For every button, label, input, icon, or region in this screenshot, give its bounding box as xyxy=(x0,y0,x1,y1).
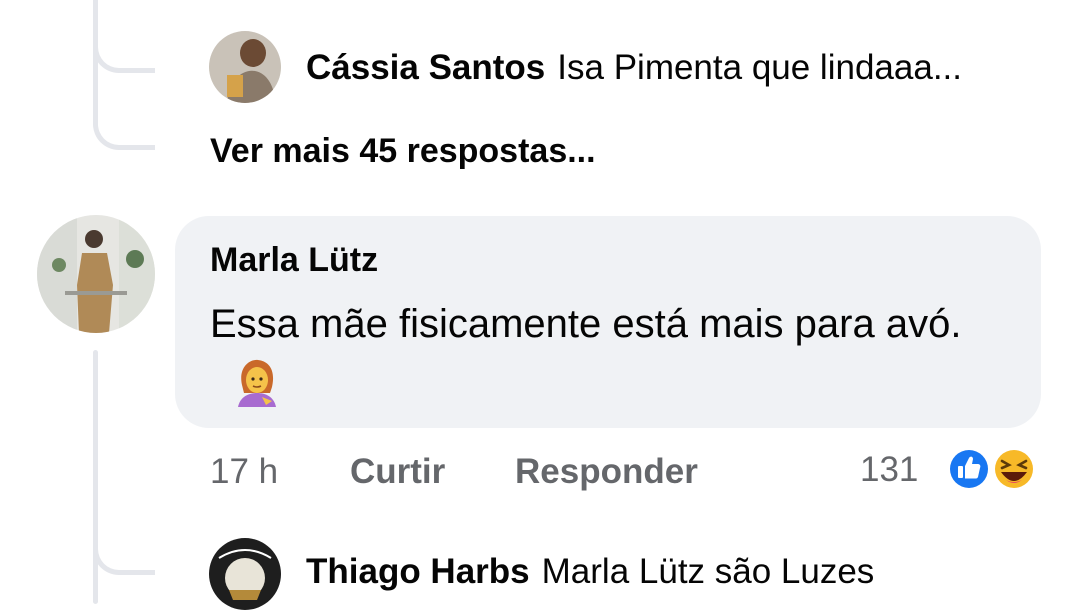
view-more-replies-link[interactable]: Ver mais 45 respostas... xyxy=(210,131,596,171)
reply-button[interactable]: Responder xyxy=(515,450,698,494)
reply-thiago: Thiago Harbs Marla Lütz são Luzes xyxy=(306,552,874,592)
thread-curve-more xyxy=(93,95,155,150)
reply-text-cassia: Isa Pimenta que lindaaa... xyxy=(557,48,962,87)
like-reaction-icon xyxy=(947,447,991,491)
woman-gesturing-emoji-icon xyxy=(232,357,280,424)
avatar-marla[interactable] xyxy=(37,215,155,333)
reply-author-thiago[interactable]: Thiago Harbs xyxy=(306,552,530,591)
reply-author-cassia[interactable]: Cássia Santos xyxy=(306,48,545,87)
reply-text-thiago: Marla Lütz são Luzes xyxy=(541,552,875,591)
reply-cassia: Cássia Santos Isa Pimenta que lindaaa... xyxy=(306,48,962,88)
thread-line-marla xyxy=(93,350,98,604)
avatar-thiago[interactable] xyxy=(209,538,281,610)
thread-curve-cassia xyxy=(93,0,155,73)
comment-timestamp[interactable]: 17 h xyxy=(210,450,278,494)
reaction-count: 131 xyxy=(860,450,919,489)
thread-curve-thiago xyxy=(93,530,155,575)
avatar-cassia[interactable] xyxy=(209,31,281,103)
like-button[interactable]: Curtir xyxy=(350,450,445,494)
comment-author[interactable]: Marla Lütz xyxy=(210,240,378,280)
comment-text: Essa mãe fisicamente está mais para avó. xyxy=(210,302,962,346)
comment-text-container: Essa mãe fisicamente está mais para avó. xyxy=(210,294,1030,424)
comment-bubble: Marla Lütz Essa mãe fisicamente está mai… xyxy=(175,216,1041,428)
haha-reaction-icon xyxy=(992,447,1036,491)
reaction-icons xyxy=(944,444,1044,494)
